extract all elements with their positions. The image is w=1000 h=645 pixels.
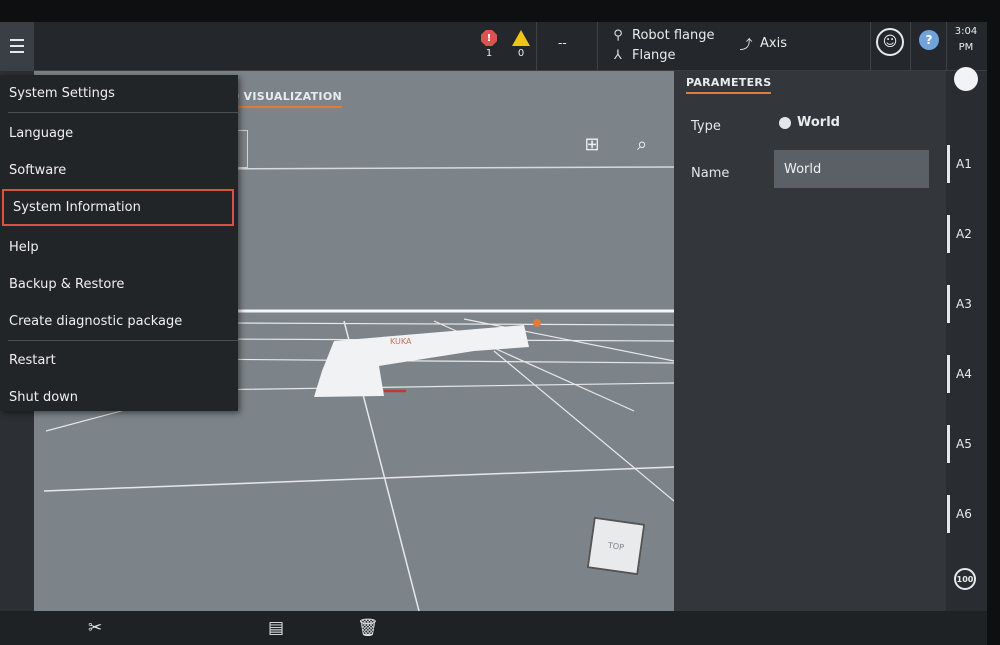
clock-ampm: PM bbox=[958, 42, 974, 53]
top-bar: ! 1 0 -- ⚲ Robot flange ⅄ Flange ⤴ Axis ☺ … bbox=[0, 22, 987, 71]
axis-icon: ⤴ bbox=[739, 38, 753, 53]
warning-icon bbox=[512, 30, 530, 46]
menu-item-restart[interactable]: Restart bbox=[0, 342, 238, 379]
menu-item-language[interactable]: Language bbox=[0, 115, 238, 152]
name-label: Name bbox=[691, 166, 730, 181]
trash-icon[interactable]: 🗑 bbox=[357, 618, 379, 638]
screen: ! 1 0 -- ⚲ Robot flange ⅄ Flange ⤴ Axis ☺ … bbox=[0, 22, 987, 645]
error-count: 1 bbox=[485, 48, 493, 59]
robot-brand-label: KUKA bbox=[390, 337, 412, 346]
view-cube-label: TOP bbox=[607, 540, 625, 552]
robot-flange-icon: ⚲ bbox=[613, 28, 623, 43]
menu-item-shut-down[interactable]: Shut down bbox=[0, 379, 238, 416]
divider bbox=[870, 22, 871, 70]
user-icon: ☺ bbox=[882, 34, 898, 50]
jog-mode-selector[interactable]: ⤴ Axis bbox=[738, 34, 787, 53]
override-button[interactable]: 100 bbox=[954, 568, 976, 590]
divider bbox=[8, 340, 238, 341]
menu-item-backup-restore[interactable]: Backup & Restore bbox=[0, 266, 238, 303]
type-value-text: World bbox=[797, 115, 840, 130]
axis-tab-a2[interactable]: A2 bbox=[947, 215, 983, 253]
type-value: World bbox=[779, 115, 840, 130]
axis-tab-a6[interactable]: A6 bbox=[947, 495, 983, 533]
cut-icon[interactable]: ✂ bbox=[88, 618, 102, 638]
warning-counter[interactable]: 0 bbox=[510, 30, 532, 59]
type-label: Type bbox=[691, 119, 721, 134]
bottom-bar bbox=[0, 611, 987, 645]
divider bbox=[597, 22, 598, 70]
hamburger-menu-button[interactable] bbox=[0, 22, 34, 70]
tool-frame-label: Robot flange bbox=[632, 28, 715, 43]
flange-icon: ⅄ bbox=[614, 48, 622, 63]
tree-view-icon[interactable]: ⊞ bbox=[580, 132, 604, 156]
user-button[interactable]: ☺ bbox=[876, 28, 904, 56]
divider bbox=[910, 22, 911, 70]
axis-tab-a1[interactable]: A1 bbox=[947, 145, 983, 183]
divider bbox=[8, 112, 238, 113]
viewport-title: D VISUALIZATION bbox=[230, 90, 342, 108]
axis-tab-a4[interactable]: A4 bbox=[947, 355, 983, 393]
hamburger-icon bbox=[10, 37, 24, 55]
status-circle-button[interactable] bbox=[954, 67, 978, 91]
divider bbox=[536, 22, 537, 70]
zoom-fit-icon[interactable]: ⌕ bbox=[630, 132, 654, 156]
error-counter[interactable]: ! 1 bbox=[478, 30, 500, 59]
divider bbox=[946, 22, 947, 70]
help-button[interactable]: ? bbox=[919, 30, 939, 50]
parameters-title: PARAMETERS bbox=[686, 76, 772, 94]
world-icon bbox=[779, 116, 791, 129]
view-cube[interactable]: TOP bbox=[586, 516, 646, 576]
main-menu: System Settings Language Software System… bbox=[0, 75, 238, 411]
base-frame-label: Flange bbox=[632, 48, 676, 63]
jog-mode-label: Axis bbox=[760, 36, 787, 51]
menu-item-create-diagnostic-package[interactable]: Create diagnostic package bbox=[0, 303, 238, 340]
clock-time: 3:04 bbox=[954, 26, 978, 37]
menu-item-system-settings[interactable]: System Settings bbox=[0, 75, 238, 112]
warning-count: 0 bbox=[517, 48, 525, 59]
frame-selector[interactable]: ⚲ Robot flange ⅄ Flange bbox=[610, 26, 714, 66]
error-icon: ! bbox=[481, 30, 497, 46]
menu-item-system-information[interactable]: System Information bbox=[2, 189, 234, 226]
name-field[interactable] bbox=[774, 150, 929, 188]
menu-item-help[interactable]: Help bbox=[0, 229, 238, 266]
menu-item-software[interactable]: Software bbox=[0, 152, 238, 189]
clock: 3:04 PM bbox=[948, 24, 984, 56]
status-text[interactable]: -- bbox=[558, 36, 567, 50]
message-counters[interactable]: ! 1 0 bbox=[478, 30, 532, 59]
axis-tab-a3[interactable]: A3 bbox=[947, 285, 983, 323]
document-icon[interactable]: ▤ bbox=[268, 618, 284, 638]
axis-tab-a5[interactable]: A5 bbox=[947, 425, 983, 463]
